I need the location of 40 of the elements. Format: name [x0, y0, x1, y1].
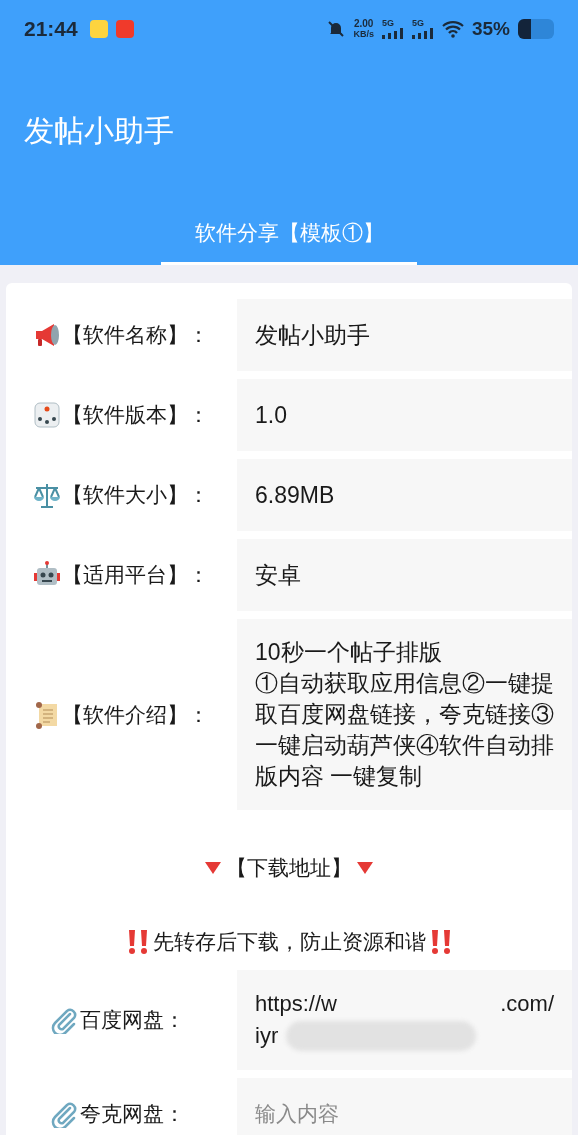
net-speed: 2.00 — [353, 19, 374, 29]
field-value[interactable]: 1.0 — [237, 379, 572, 451]
url-text: .com/ — [500, 990, 554, 1018]
field-label: 【软件介绍】： — [62, 701, 209, 728]
signal-icon — [381, 28, 404, 39]
notes-app-icon — [89, 20, 108, 38]
download-heading: 【下载地址】 — [226, 855, 352, 882]
paperclip-icon — [50, 1100, 78, 1128]
app-title: 发帖小助手 — [24, 113, 174, 149]
triangle-down-icon — [356, 861, 374, 875]
status-time: 21:44 — [24, 16, 78, 43]
url-text: https://w — [255, 990, 337, 1018]
battery-percent: 35% — [471, 16, 510, 41]
double-exclamation-icon — [429, 929, 452, 955]
network-type: 5G — [381, 19, 394, 28]
dice-icon — [32, 400, 62, 430]
field-value[interactable]: 6.89MB — [237, 459, 572, 531]
link-label: 百度网盘： — [80, 1007, 185, 1034]
muted-bell-icon — [327, 20, 346, 38]
input-field[interactable]: 输入内容 — [237, 1078, 572, 1135]
field-label: 【适用平台】： — [62, 562, 209, 589]
field-value[interactable]: 10秒一个帖子排版 ①自动获取应用信息②一键提取百度网盘链接，夸克链接③一键启动葫芦侠④软件自动排版内容 一键复制 — [237, 619, 572, 810]
wifi-icon — [441, 20, 464, 38]
link-label: 夸克网盘： — [80, 1101, 185, 1128]
warning-text: 先转存后下载，防止资源和谐 — [152, 929, 426, 956]
battery-icon — [518, 19, 554, 39]
field-label: 【软件大小】： — [62, 482, 209, 509]
field-value[interactable]: 发帖小助手 — [237, 299, 572, 371]
link-field[interactable]: https://w .com/ iyr — [237, 970, 572, 1070]
field-value[interactable]: 安卓 — [237, 539, 572, 611]
video-app-icon — [115, 20, 134, 38]
net-speed-unit: KB/s — [353, 29, 374, 39]
url-text: iyr — [255, 1022, 279, 1050]
field-label: 【软件版本】： — [62, 402, 209, 429]
signal-icon — [411, 28, 434, 39]
double-exclamation-icon — [126, 929, 149, 955]
network-type: 5G — [411, 19, 424, 28]
paperclip-icon — [50, 1006, 78, 1034]
triangle-down-icon — [204, 861, 222, 875]
field-label: 【软件名称】： — [62, 322, 209, 349]
